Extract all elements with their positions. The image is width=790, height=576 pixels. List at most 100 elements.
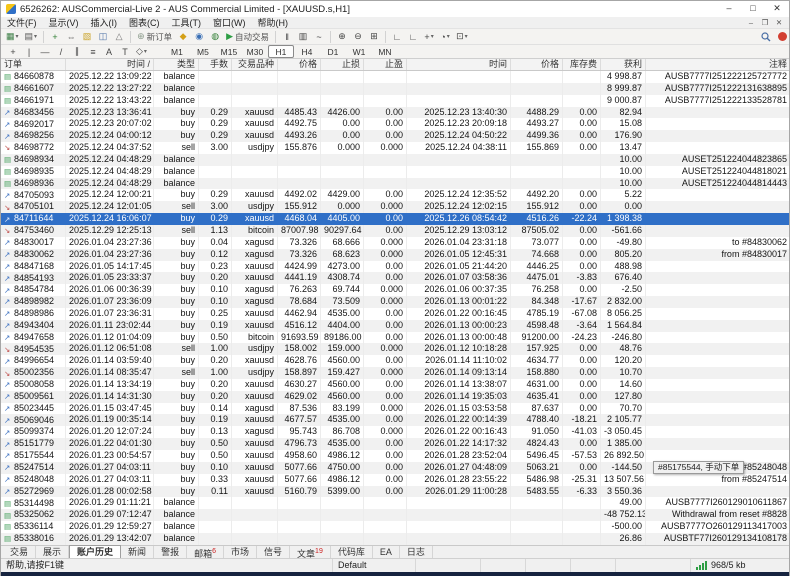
shapes-button[interactable]: ◇▾ bbox=[133, 45, 150, 59]
zoom-in-button[interactable]: ⊕ bbox=[334, 30, 350, 44]
menu-item-f[interactable]: 文件(F) bbox=[1, 17, 43, 29]
horizontal-line-button[interactable]: — bbox=[37, 45, 53, 59]
table-row[interactable]: ↗850234452026.01.15 03:47:45buy0.14xagus… bbox=[1, 403, 789, 415]
tab-账户历史[interactable]: 账户历史 bbox=[69, 545, 121, 558]
vertical-line-button[interactable]: | bbox=[21, 45, 37, 59]
tab-交易[interactable]: 交易 bbox=[3, 546, 36, 558]
timeframe-mn[interactable]: MN bbox=[372, 45, 398, 58]
tab-展示[interactable]: 展示 bbox=[36, 546, 69, 558]
table-row[interactable]: ↗848471682026.01.05 14:17:45buy0.23xauus… bbox=[1, 261, 789, 273]
column-header-type[interactable]: 类型 bbox=[154, 59, 199, 70]
column-header-symbol[interactable]: 交易品种 bbox=[232, 59, 278, 70]
table-row[interactable]: ▤846989362025.12.24 04:48:29balance10.00… bbox=[1, 178, 789, 190]
timeframe-d1[interactable]: D1 bbox=[320, 45, 346, 58]
terminal-button[interactable]: ◫ bbox=[95, 30, 111, 44]
table-row[interactable]: ▤846989342025.12.24 04:48:29balance10.00… bbox=[1, 154, 789, 166]
timeframe-m1[interactable]: M1 bbox=[164, 45, 190, 58]
column-header-close_price[interactable]: 价格 bbox=[511, 59, 563, 70]
status-profile[interactable]: Default bbox=[333, 559, 416, 572]
strategy-tester-button[interactable]: △ bbox=[111, 30, 127, 44]
market-watch-button[interactable]: + bbox=[47, 30, 63, 44]
trendline-button[interactable]: / bbox=[53, 45, 69, 59]
tab-日志[interactable]: 日志 bbox=[400, 546, 433, 558]
profiles-button[interactable]: ▤▾ bbox=[22, 30, 41, 44]
table-row[interactable]: ↘847534602025.12.29 12:25:13sell1.13bitc… bbox=[1, 225, 789, 237]
table-row[interactable]: ↗848547842026.01.06 00:36:39buy0.10xagus… bbox=[1, 284, 789, 296]
tab-新闻[interactable]: 新闻 bbox=[121, 546, 154, 558]
fibonacci-button[interactable]: ≡ bbox=[85, 45, 101, 59]
close-button[interactable]: ✕ bbox=[765, 1, 789, 17]
channel-button[interactable]: ∥ bbox=[69, 45, 85, 59]
maximize-button[interactable]: □ bbox=[741, 1, 765, 17]
table-row[interactable]: ▤846608782025.12.22 13:09:22balance4 998… bbox=[1, 71, 789, 83]
tab-代码库[interactable]: 代码库 bbox=[331, 546, 373, 558]
zoom-out-button[interactable]: ⊖ bbox=[350, 30, 366, 44]
table-row[interactable]: ↗852480482026.01.27 04:03:11buy0.33xauus… bbox=[1, 474, 789, 486]
table-row[interactable]: ↗846920172025.12.23 20:07:02buy0.29xauus… bbox=[1, 118, 789, 130]
search-button[interactable] bbox=[758, 30, 774, 44]
chart-shift-button[interactable]: ⇔ bbox=[63, 30, 79, 44]
column-header-open_time[interactable]: 时间 / bbox=[66, 59, 154, 70]
timeframe-w1[interactable]: W1 bbox=[346, 45, 372, 58]
menu-item-i[interactable]: 插入(I) bbox=[85, 17, 124, 29]
table-row[interactable]: ↗848300172026.01.04 23:27:36buy0.04xagus… bbox=[1, 237, 789, 249]
table-row[interactable]: ↗847050932025.12.24 12:00:21buy0.29xauus… bbox=[1, 189, 789, 201]
column-header-comment[interactable]: 注释 bbox=[646, 59, 790, 70]
tab-EA[interactable]: EA bbox=[373, 546, 400, 558]
bar-chart-button[interactable]: ‖ bbox=[279, 30, 295, 44]
tab-信号[interactable]: 信号 bbox=[257, 546, 290, 558]
child-restore-button[interactable]: ❐ bbox=[758, 18, 772, 27]
table-row[interactable]: ↗851517792026.01.22 04:01:30buy0.50xauus… bbox=[1, 438, 789, 450]
timeframe-h4[interactable]: H4 bbox=[294, 45, 320, 58]
child-minimize-button[interactable]: – bbox=[744, 18, 758, 27]
depth-of-market-button[interactable]: ∟ bbox=[405, 30, 421, 44]
add-indicator-button[interactable]: +▾ bbox=[421, 30, 437, 44]
candlestick-button[interactable]: ▥ bbox=[295, 30, 311, 44]
tab-文章[interactable]: 文章19 bbox=[290, 546, 331, 558]
table-row[interactable]: ▤853250622026.01.29 07:12:47balance-48 7… bbox=[1, 509, 789, 521]
notification-icon[interactable] bbox=[778, 32, 787, 41]
table-row[interactable]: ▤853380162026.01.29 13:42:07balance26.86… bbox=[1, 533, 789, 545]
period-button[interactable]: ◔▾ bbox=[437, 30, 453, 44]
new-order-button[interactable]: ⊕新订单 bbox=[134, 30, 175, 44]
line-chart-button[interactable]: ~ bbox=[311, 30, 327, 44]
table-row[interactable]: ↗850993742026.01.20 12:07:24buy0.13xagus… bbox=[1, 426, 789, 438]
table-row[interactable]: ↗846982562025.12.24 04:00:12buy0.29xauus… bbox=[1, 130, 789, 142]
table-row[interactable]: ▤853144982026.01.29 01:11:21balance49.00… bbox=[1, 497, 789, 509]
table-row[interactable]: ↗848989822026.01.07 23:36:09buy0.10xagus… bbox=[1, 296, 789, 308]
column-header-order[interactable]: 订单 bbox=[1, 59, 66, 70]
new-chart-button[interactable]: ▦▾ bbox=[3, 30, 22, 44]
text-label-button[interactable]: T bbox=[117, 45, 133, 59]
column-header-close_time[interactable]: 时间 bbox=[407, 59, 511, 70]
minimize-button[interactable]: – bbox=[717, 1, 741, 17]
menu-item-t[interactable]: 工具(T) bbox=[166, 17, 208, 29]
column-header-profit[interactable]: 获利 bbox=[601, 59, 646, 70]
tile-windows-button[interactable]: ⊞ bbox=[366, 30, 382, 44]
table-row[interactable]: ↗849476582026.01.12 01:04:09buy0.50bitco… bbox=[1, 332, 789, 344]
menu-item-h[interactable]: 帮助(H) bbox=[252, 17, 295, 29]
indicators-button[interactable]: ◆ bbox=[175, 30, 191, 44]
table-row[interactable]: ▤846616072025.12.22 13:27:22balance8 999… bbox=[1, 83, 789, 95]
menu-item-w[interactable]: 窗口(W) bbox=[207, 17, 252, 29]
table-row[interactable]: ↗848989862026.01.07 23:36:31buy0.25xauus… bbox=[1, 308, 789, 320]
table-row[interactable]: ▤846989352025.12.24 04:48:29balance10.00… bbox=[1, 166, 789, 178]
menu-item-v[interactable]: 显示(V) bbox=[43, 17, 85, 29]
data-window-button[interactable]: ∟ bbox=[389, 30, 405, 44]
table-row[interactable]: ↗850095612026.01.14 14:31:30buy0.20xauus… bbox=[1, 391, 789, 403]
autotrading-button[interactable]: ▶自动交易 bbox=[223, 30, 272, 44]
column-header-sl[interactable]: 止损 bbox=[321, 59, 364, 70]
web-button[interactable]: ◍ bbox=[207, 30, 223, 44]
table-row[interactable]: ↗846834562025.12.23 13:36:41buy0.29xauus… bbox=[1, 107, 789, 119]
table-row[interactable]: ↗852729692026.01.28 00:02:58buy0.11xauus… bbox=[1, 486, 789, 498]
timeframe-m30[interactable]: M30 bbox=[242, 45, 268, 58]
table-row[interactable]: ↗848300622026.01.04 23:27:36buy0.12xagus… bbox=[1, 249, 789, 261]
column-header-price[interactable]: 价格 bbox=[278, 59, 321, 70]
table-row[interactable]: ↘849545352026.01.12 06:51:08sell1.00usdj… bbox=[1, 343, 789, 355]
table-row[interactable]: ↘846987722025.12.24 04:37:52sell3.00usdj… bbox=[1, 142, 789, 154]
templates-button[interactable]: ⊡▾ bbox=[453, 30, 471, 44]
text-button[interactable]: A bbox=[101, 45, 117, 59]
table-row[interactable]: ↘850023562026.01.14 08:35:47sell1.00usdj… bbox=[1, 367, 789, 379]
table-row[interactable]: ▤846619712025.12.22 13:43:22balance9 000… bbox=[1, 95, 789, 107]
column-header-tp[interactable]: 止盈 bbox=[364, 59, 407, 70]
column-header-swap[interactable]: 库存费 bbox=[563, 59, 601, 70]
